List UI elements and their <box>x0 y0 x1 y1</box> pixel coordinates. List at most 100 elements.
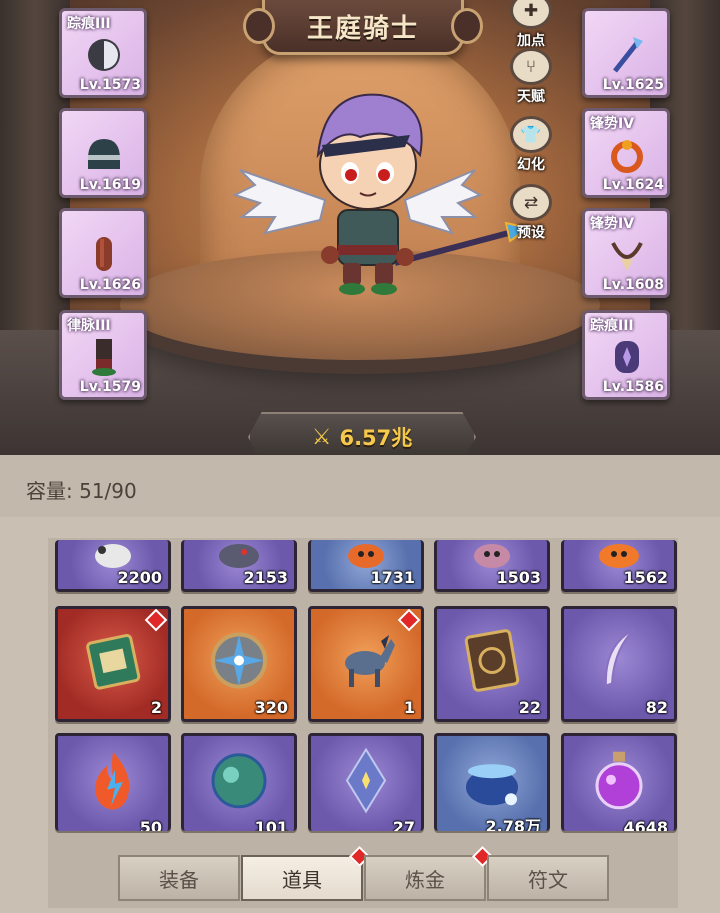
tab-label: 符文 <box>528 867 568 892</box>
inventory-item[interactable]: 101 <box>181 733 297 831</box>
inventory-item[interactable]: 320 <box>181 606 297 722</box>
item-quantity: 1562 <box>623 568 668 587</box>
gloves-icon <box>88 39 120 71</box>
slot-name: 踪痕III <box>67 16 111 32</box>
horse-icon <box>345 635 395 687</box>
inventory-item[interactable]: 82 <box>561 606 677 722</box>
staff-icon <box>613 37 643 73</box>
item-quantity: 2153 <box>243 568 288 587</box>
talent-label: 天赋 <box>517 89 545 105</box>
amulet-icon <box>611 242 643 271</box>
costume-button[interactable]: 👕 幻化 <box>506 116 556 174</box>
item-quantity: 1 <box>403 698 415 717</box>
tab-runes[interactable]: 符文 <box>487 855 609 901</box>
equip-slot-left-3[interactable]: Lv.1626 <box>59 208 147 298</box>
inventory-item[interactable]: 1562 <box>561 540 677 592</box>
costume-label: 幻化 <box>517 157 545 173</box>
slot-level: Lv.1624 <box>602 177 664 193</box>
talent-tree-icon: ⑂ <box>510 48 552 85</box>
equip-slot-right-3[interactable]: 锋势IV Lv.1608 <box>582 208 670 298</box>
slot-level: Lv.1619 <box>79 177 141 193</box>
crossed-swords-icon: ⚔ <box>311 424 332 450</box>
equip-slot-left-4[interactable]: 律脉III Lv.1579 <box>59 310 147 400</box>
item-quantity: 4648 <box>623 818 668 831</box>
new-badge <box>397 609 421 632</box>
item-quantity: 1503 <box>496 568 541 587</box>
hero-title: 王庭骑士 <box>306 13 419 44</box>
new-badge <box>144 609 168 632</box>
inventory-item[interactable]: 1731 <box>308 540 424 592</box>
equip-slot-right-2[interactable]: 锋势IV Lv.1624 <box>582 108 670 198</box>
pet-fox-orange-icon <box>599 543 639 568</box>
helmet-icon <box>88 139 120 169</box>
add-points-icon: ✚ <box>510 0 552 29</box>
inventory-item[interactable]: 2 <box>55 606 171 722</box>
slot-level: Lv.1626 <box>79 277 141 293</box>
combat-power-value: 6.57兆 <box>339 426 413 450</box>
inventory-item[interactable]: 1 <box>308 606 424 722</box>
slot-name: 律脉III <box>67 318 111 334</box>
crystal-icon <box>345 747 387 813</box>
inventory-header: 容量: 51/90 <box>0 455 720 517</box>
inventory-item[interactable]: 2153 <box>181 540 297 592</box>
add-points-button[interactable]: ✚ 加点 <box>506 0 556 50</box>
cauldron-icon <box>466 763 518 805</box>
inventory-item[interactable]: 4648 <box>561 733 677 831</box>
hero-stage: 王庭骑士 踪痕III Lv.1573 Lv.1619 Lv.1626 律脉III… <box>0 0 720 462</box>
green-orb-icon <box>211 752 267 808</box>
inventory-item[interactable]: 27 <box>308 733 424 831</box>
item-quantity: 27 <box>392 818 415 831</box>
leg-armor-icon <box>92 339 116 376</box>
inventory-item[interactable]: 2200 <box>55 540 171 592</box>
potion-icon <box>595 751 643 809</box>
tab-alchemy[interactable]: 炼金 <box>364 845 494 901</box>
pet-bird-icon <box>95 543 131 568</box>
ring-icon <box>611 140 643 173</box>
inventory-item[interactable]: 2.78万 <box>434 733 550 831</box>
item-quantity: 82 <box>645 698 668 717</box>
preset-button[interactable]: ⇄ 预设 <box>506 184 556 242</box>
item-quantity: 2200 <box>117 568 162 587</box>
book-gold-icon <box>464 629 520 692</box>
item-quantity: 2 <box>150 698 162 717</box>
item-quantity: 320 <box>254 698 288 717</box>
costume-icon: 👕 <box>510 116 552 153</box>
inventory-item[interactable]: 1503 <box>434 540 550 592</box>
add-points-label: 加点 <box>517 33 545 49</box>
tab-label: 道具 <box>282 867 322 892</box>
slot-level: Lv.1586 <box>602 379 664 395</box>
boots-icon <box>96 237 112 271</box>
item-quantity: 50 <box>139 818 162 831</box>
capacity-label: 容量: 51/90 <box>26 479 137 503</box>
tab-items[interactable]: 道具 <box>241 845 371 901</box>
tab-label: 炼金 <box>405 867 445 892</box>
inventory-item[interactable]: 50 <box>55 733 171 831</box>
slot-name: 锋势IV <box>590 116 635 132</box>
slot-level: Lv.1625 <box>602 77 664 93</box>
equip-slot-left-2[interactable]: Lv.1619 <box>59 108 147 198</box>
hero-character[interactable] <box>230 85 530 305</box>
compass-medal-icon <box>211 632 267 689</box>
equip-slot-right-4[interactable]: 踪痕III Lv.1586 <box>582 310 670 400</box>
book-green-icon <box>86 633 141 690</box>
equip-slot-left-1[interactable]: 踪痕III Lv.1573 <box>59 8 147 98</box>
pet-beast-icon <box>219 543 259 568</box>
inventory-item[interactable]: 22 <box>434 606 550 722</box>
slot-level: Lv.1608 <box>602 277 664 293</box>
hero-title-plaque: 王庭骑士 <box>243 0 483 55</box>
slot-name: 锋势IV <box>590 216 635 232</box>
preset-icon: ⇄ <box>510 184 552 221</box>
slot-level: Lv.1579 <box>79 379 141 395</box>
equip-slot-right-1[interactable]: Lv.1625 <box>582 8 670 98</box>
slot-level: Lv.1573 <box>79 77 141 93</box>
preset-label: 预设 <box>517 225 545 241</box>
item-quantity: 101 <box>254 818 288 831</box>
item-quantity: 2.78万 <box>485 817 541 831</box>
pet-fox-icon <box>348 543 384 568</box>
tab-equipment[interactable]: 装备 <box>118 855 240 901</box>
slot-name: 踪痕III <box>590 318 634 334</box>
talent-button[interactable]: ⑂ 天赋 <box>506 48 556 106</box>
item-quantity: 22 <box>518 698 541 717</box>
item-quantity: 1731 <box>370 568 415 587</box>
pet-pig-icon <box>474 543 510 568</box>
